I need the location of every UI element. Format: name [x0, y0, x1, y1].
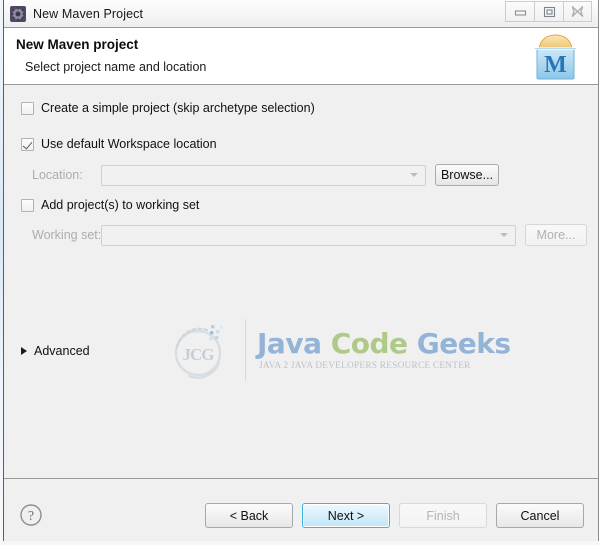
watermark-word-java: Java — [257, 327, 331, 360]
working-set-row: Working set: More... — [32, 224, 587, 246]
simple-project-checkbox[interactable] — [21, 101, 34, 115]
page-title: New Maven project — [16, 37, 139, 52]
watermark-tagline: JAVA 2 JAVA DEVELOPERS RESOURCE CENTER — [259, 361, 471, 371]
default-workspace-row[interactable]: Use default Workspace location — [21, 137, 217, 151]
close-icon[interactable] — [563, 1, 592, 22]
new-maven-project-dialog: New Maven Project New Maven project Sele… — [3, 0, 599, 545]
working-set-label: Working set: — [32, 228, 102, 242]
add-working-set-label: Add project(s) to working set — [41, 198, 200, 212]
desktop-bottom-strip — [0, 541, 599, 545]
watermark-divider — [245, 319, 246, 381]
more-button[interactable]: More... — [525, 224, 587, 246]
default-workspace-checkbox[interactable] — [21, 137, 34, 151]
advanced-label: Advanced — [34, 344, 90, 358]
watermark-title: Java Code Geeks — [257, 327, 511, 360]
svg-text:M: M — [544, 52, 567, 78]
finish-button[interactable]: Finish — [399, 503, 487, 528]
dialog-body: JCG Java Code Geeks JAVA 2 JAVA DEVELOPE… — [4, 85, 598, 478]
chevron-right-icon — [21, 347, 27, 355]
add-working-set-checkbox[interactable] — [21, 198, 34, 212]
desktop-backdrop: New Maven Project New Maven project Sele… — [0, 0, 599, 545]
maven-logo-icon: M — [528, 32, 584, 82]
wizard-header: New Maven project Select project name an… — [4, 27, 598, 85]
working-set-combo[interactable] — [101, 224, 516, 246]
back-button[interactable]: < Back — [205, 503, 293, 528]
svg-text:JCG: JCG — [183, 345, 215, 364]
title-bar: New Maven Project — [4, 0, 598, 27]
maximize-icon[interactable] — [534, 1, 563, 22]
browse-button[interactable]: Browse... — [435, 164, 499, 186]
default-workspace-label: Use default Workspace location — [41, 137, 217, 151]
advanced-section-toggle[interactable]: Advanced — [21, 344, 90, 358]
watermark-word-geeks: Geeks — [416, 327, 511, 360]
watermark-word-code: Code — [330, 327, 417, 360]
footer-button-bar: < Back Next > Finish Cancel — [205, 503, 584, 528]
java-code-geeks-watermark: JCG Java Code Geeks JAVA 2 JAVA DEVELOPE… — [167, 313, 511, 389]
simple-project-row[interactable]: Create a simple project (skip archetype … — [21, 101, 315, 115]
maven-gear-icon — [10, 5, 26, 22]
jcg-logo-icon: JCG — [167, 317, 233, 383]
location-combo[interactable] — [101, 164, 426, 186]
location-label: Location: — [32, 168, 83, 182]
page-subtitle: Select project name and location — [25, 60, 207, 74]
next-button[interactable]: Next > — [302, 503, 390, 528]
help-icon[interactable]: ? — [19, 503, 43, 527]
svg-text:?: ? — [28, 509, 34, 524]
simple-project-label: Create a simple project (skip archetype … — [41, 101, 315, 115]
chevron-down-icon — [410, 173, 418, 177]
add-working-set-row[interactable]: Add project(s) to working set — [21, 198, 199, 212]
minimize-icon[interactable] — [505, 1, 534, 22]
location-row: Location: Browse... — [32, 164, 587, 186]
cancel-button[interactable]: Cancel — [496, 503, 584, 528]
chevron-down-icon — [500, 233, 508, 237]
window-controls — [505, 1, 592, 22]
window-title: New Maven Project — [33, 6, 144, 21]
